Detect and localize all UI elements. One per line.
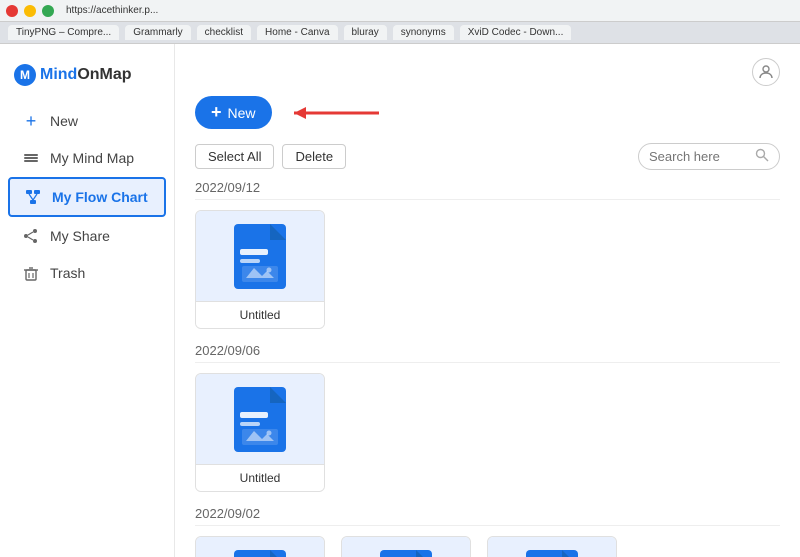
search-icon	[755, 148, 769, 165]
arrow-annotation	[284, 101, 384, 125]
sidebar: M MindOnMap + New My Mind Map	[0, 44, 175, 557]
search-input[interactable]	[649, 149, 749, 164]
file-card[interactable]	[487, 536, 617, 557]
plus-icon: +	[22, 112, 40, 130]
user-avatar[interactable]	[752, 58, 780, 86]
top-bar	[195, 58, 780, 86]
browser-url: https://acethinker.p...	[66, 5, 158, 16]
delete-button[interactable]: Delete	[282, 144, 346, 169]
file-card-thumb	[196, 537, 324, 557]
date-section-1: 2022/09/12	[195, 180, 780, 329]
new-button-label: New	[228, 105, 256, 121]
trash-icon	[22, 264, 40, 282]
date-label-2: 2022/09/06	[195, 343, 780, 363]
date-label-1: 2022/09/12	[195, 180, 780, 200]
share-icon	[22, 227, 40, 245]
cards-grid-2: Untitled	[195, 373, 780, 492]
file-card-name: Untitled	[196, 464, 324, 491]
select-all-button[interactable]: Select All	[195, 144, 274, 169]
file-icon-svg	[234, 224, 286, 289]
sidebar-item-trash-label: Trash	[50, 265, 85, 281]
file-icon-svg	[234, 550, 286, 557]
sidebar-item-new[interactable]: + New	[8, 103, 166, 139]
toolbar: Select All Delete	[195, 143, 780, 170]
sidebar-item-my-mind-map[interactable]: My Mind Map	[8, 140, 166, 176]
new-button-area: + New	[195, 96, 780, 129]
file-icon-svg	[380, 550, 432, 557]
sidebar-item-my-flow-chart-label: My Flow Chart	[52, 189, 148, 205]
file-card[interactable]: Untitled	[195, 373, 325, 492]
sidebar-item-trash[interactable]: Trash	[8, 255, 166, 291]
logo-text-blue: Mind	[40, 66, 77, 83]
file-card-thumb	[488, 537, 616, 557]
file-card-name: Untitled	[196, 301, 324, 328]
file-card-thumb	[196, 211, 324, 301]
logo-text-dark: OnMap	[77, 66, 131, 83]
tab-checklist[interactable]: checklist	[197, 25, 251, 40]
app-container: M MindOnMap + New My Mind Map	[0, 44, 800, 557]
sidebar-item-new-label: New	[50, 113, 78, 129]
logo-area: M MindOnMap	[0, 56, 174, 102]
file-card-thumb	[342, 537, 470, 557]
tab-grammarly[interactable]: Grammarly	[125, 25, 190, 40]
cards-grid-1: Untitled	[195, 210, 780, 329]
tab-tinypng[interactable]: TinyPNG – Compre...	[8, 25, 119, 40]
red-arrow-svg	[284, 101, 384, 125]
date-section-2: 2022/09/06 Untitled	[195, 343, 780, 492]
tab-canva[interactable]: Home - Canva	[257, 25, 337, 40]
file-card[interactable]	[195, 536, 325, 557]
main-content: + New Select All Delete	[175, 44, 800, 557]
new-plus-icon: +	[211, 102, 222, 123]
cards-grid-3	[195, 536, 780, 557]
flow-chart-icon	[24, 188, 42, 206]
sidebar-item-my-share-label: My Share	[50, 228, 110, 244]
browser-close-icon[interactable]	[6, 5, 18, 17]
date-section-3: 2022/09/02	[195, 506, 780, 557]
file-icon-svg	[234, 387, 286, 452]
toolbar-left: Select All Delete	[195, 144, 346, 169]
tab-xvid[interactable]: XviD Codec - Down...	[460, 25, 572, 40]
file-icon-svg	[526, 550, 578, 557]
logo-text: MindOnMap	[40, 66, 132, 84]
tab-bar: TinyPNG – Compre... Grammarly checklist …	[0, 22, 800, 44]
new-button[interactable]: + New	[195, 96, 272, 129]
file-card-thumb	[196, 374, 324, 464]
sidebar-item-my-share[interactable]: My Share	[8, 218, 166, 254]
file-card[interactable]: Untitled	[195, 210, 325, 329]
browser-minimize-icon[interactable]	[24, 5, 36, 17]
browser-bar: https://acethinker.p...	[0, 0, 800, 22]
browser-maximize-icon[interactable]	[42, 5, 54, 17]
sidebar-item-my-mind-map-label: My Mind Map	[50, 150, 134, 166]
tab-bluray[interactable]: bluray	[344, 25, 387, 40]
search-box[interactable]	[638, 143, 780, 170]
sidebar-item-my-flow-chart[interactable]: My Flow Chart	[8, 177, 166, 217]
logo-icon: M	[14, 64, 36, 86]
file-card[interactable]	[341, 536, 471, 557]
tab-synonyms[interactable]: synonyms	[393, 25, 454, 40]
mind-map-icon	[22, 149, 40, 167]
date-label-3: 2022/09/02	[195, 506, 780, 526]
